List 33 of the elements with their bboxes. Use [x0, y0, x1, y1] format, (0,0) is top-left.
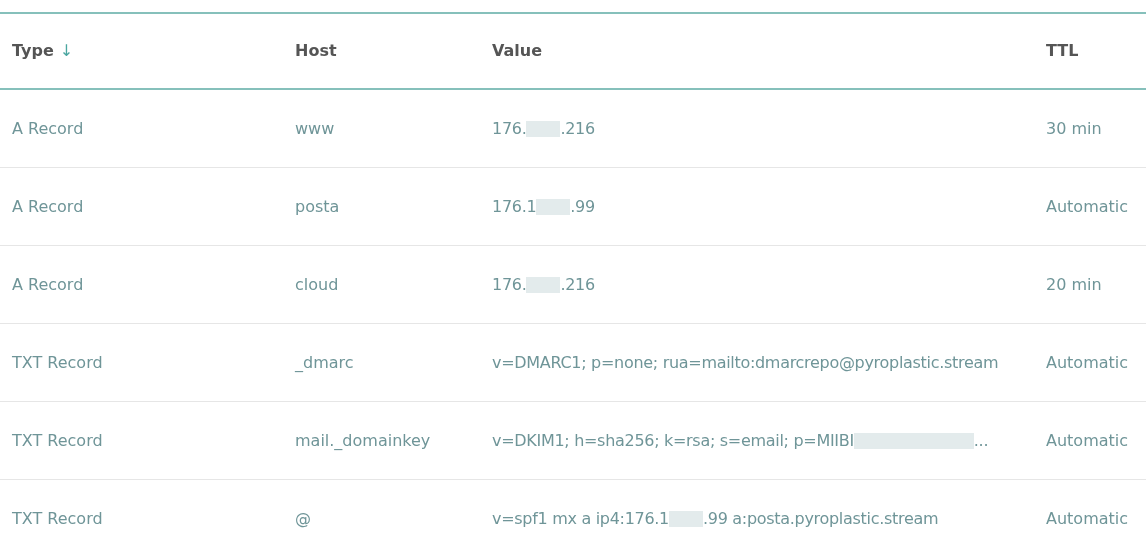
table-cell-text: TXT Record: [12, 351, 104, 374]
column-header[interactable]: Type ↓: [12, 39, 295, 63]
pixelated-redaction: [526, 277, 561, 293]
table-cell-text: Automatic: [1046, 195, 1130, 218]
pixelated-redaction: [536, 199, 571, 215]
column-header[interactable]: Value: [492, 39, 1046, 63]
column-header[interactable]: Host: [295, 39, 492, 63]
table-cell-text: posta: [295, 195, 341, 218]
table-cell-text: Automatic: [1046, 351, 1130, 374]
table-cell-text: A Record: [12, 117, 85, 140]
table-cell-text: 30 min: [1046, 117, 1103, 140]
table-cell-text: 176. .216: [492, 117, 596, 140]
table-cell-text: v=DMARC1; p=none; rua=mailto:dmarcrepo@pyroplastic.stream: [492, 351, 1000, 374]
pixelated-redaction: [526, 121, 561, 137]
table-cell-text: TXT Record: [12, 429, 104, 452]
table-cell-text: 176. .216: [492, 273, 596, 296]
table-cell-text: www: [295, 117, 336, 140]
table-cell-text: cloud: [295, 273, 340, 296]
table-cell-text: v=DKIM1; h=sha256; k=rsa; s=email; p=MIIBI ...: [492, 429, 990, 452]
table-cell-text: Automatic: [1046, 429, 1130, 452]
pixelated-redaction: [669, 511, 703, 527]
table-cell-text: Automatic: [1046, 507, 1130, 530]
table-cell-text: @: [295, 507, 312, 530]
table-cell-text: mail._domainkey: [295, 429, 432, 452]
table-cell-text: v=spf1 mx a ip4:176.1 .99 a:posta.pyroplastic.stream: [492, 507, 940, 530]
table-cell-text: A Record: [12, 273, 85, 296]
table-cell-text: 20 min: [1046, 273, 1103, 296]
table-cell-text: _dmarc: [295, 351, 355, 374]
table-cell-text: 176.1 .99: [492, 195, 596, 218]
column-header[interactable]: TTL: [1046, 39, 1146, 63]
table-cell-text: A Record: [12, 195, 85, 218]
sort-indicator: ↓: [59, 40, 74, 62]
table-cell-text: TXT Record: [12, 507, 104, 530]
